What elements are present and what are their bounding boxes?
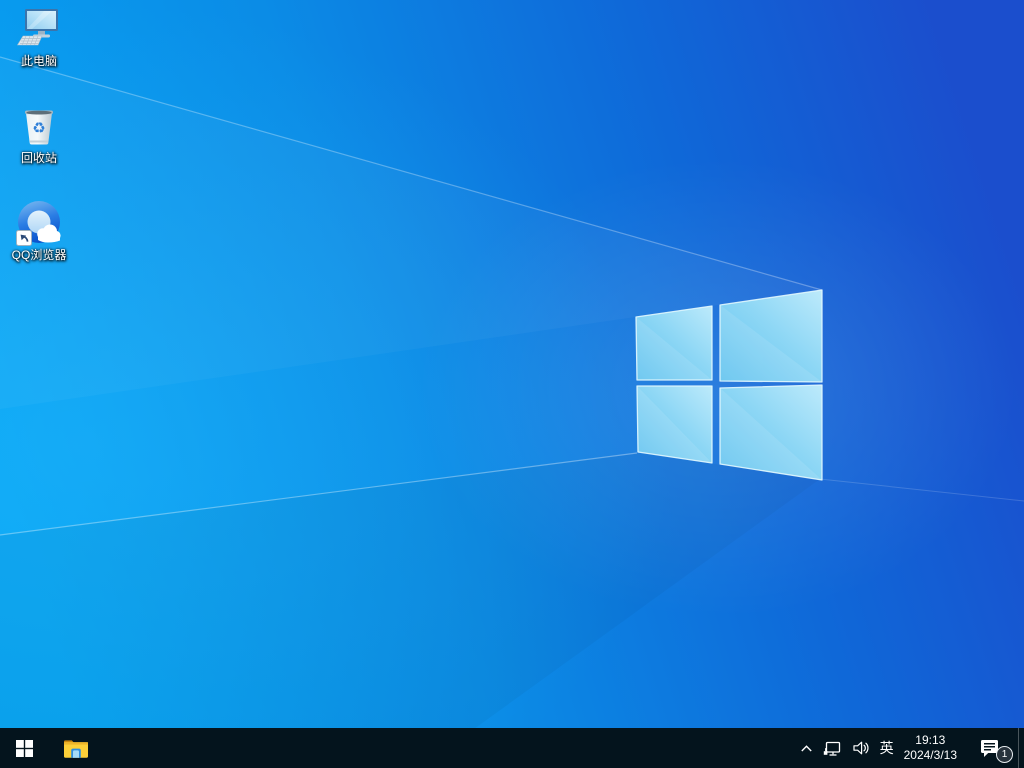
desktop-icon-qq-browser[interactable]: QQ浏览器 bbox=[1, 200, 77, 262]
taskbar-file-explorer-button[interactable] bbox=[52, 728, 100, 768]
action-center-button[interactable]: 1 bbox=[962, 728, 1018, 768]
recycle-bin-icon: ♻︎ bbox=[15, 103, 63, 149]
desktop-icon-label: QQ浏览器 bbox=[12, 249, 67, 262]
ethernet-network-icon bbox=[823, 740, 842, 757]
taskbar-clock[interactable]: 19:13 2024/3/13 bbox=[899, 728, 962, 768]
desktop-icon-this-pc[interactable]: 此电脑 bbox=[1, 6, 77, 68]
desktop-icon-recycle-bin[interactable]: ♻︎ 回收站 bbox=[1, 103, 77, 165]
ime-language-indicator[interactable]: 英 bbox=[875, 728, 899, 768]
clock-date: 2024/3/13 bbox=[904, 748, 957, 763]
wallpaper bbox=[0, 0, 1024, 768]
network-status-button[interactable] bbox=[818, 728, 847, 768]
chevron-up-icon bbox=[800, 744, 813, 753]
ime-language-label: 英 bbox=[880, 738, 894, 758]
speaker-icon bbox=[852, 740, 870, 756]
desktop-icon-label: 回收站 bbox=[21, 152, 57, 165]
windows-start-icon bbox=[16, 740, 33, 757]
svg-text:♻︎: ♻︎ bbox=[32, 119, 45, 137]
file-explorer-icon bbox=[63, 737, 89, 759]
taskbar: 英 19:13 2024/3/13 1 bbox=[0, 728, 1024, 768]
windows-desktop: 此电脑 ♻︎ 回收站 bbox=[0, 0, 1024, 768]
shortcut-arrow-icon bbox=[16, 230, 32, 246]
volume-button[interactable] bbox=[847, 728, 875, 768]
show-hidden-icons-button[interactable] bbox=[795, 728, 818, 768]
show-desktop-button[interactable] bbox=[1018, 728, 1024, 768]
qq-browser-icon bbox=[15, 200, 63, 246]
logo-glow bbox=[418, 158, 1018, 618]
notification-count-badge: 1 bbox=[996, 746, 1013, 763]
start-button[interactable] bbox=[0, 728, 48, 768]
keyboard-part bbox=[18, 36, 43, 45]
system-tray: 英 19:13 2024/3/13 1 bbox=[795, 728, 1024, 768]
taskbar-empty-area bbox=[100, 728, 795, 768]
this-pc-icon bbox=[15, 6, 63, 52]
desktop-icon-label: 此电脑 bbox=[21, 55, 57, 68]
clock-time: 19:13 bbox=[915, 733, 945, 748]
